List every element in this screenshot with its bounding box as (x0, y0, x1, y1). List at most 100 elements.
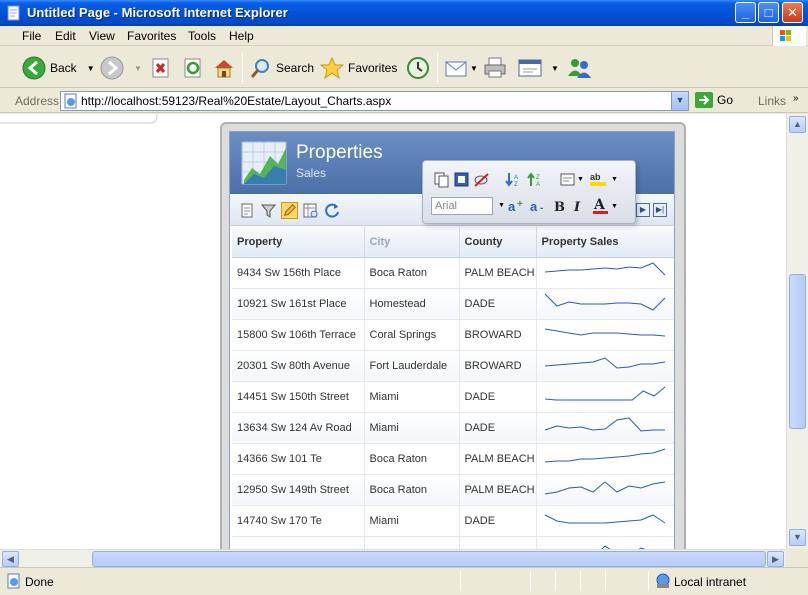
svg-text:ab: ab (590, 172, 601, 182)
sales-sparkline (544, 417, 665, 432)
county-cell: DADE (459, 288, 537, 320)
back-button[interactable]: Back ▼ (22, 55, 95, 81)
maximize-button[interactable]: □ (758, 2, 779, 23)
print-button[interactable] (482, 55, 508, 81)
property-cell: 14451 Sw 150th Street (232, 381, 365, 413)
city-cell: Coral Springs (364, 319, 460, 351)
shrink-font-icon[interactable]: a- (529, 197, 549, 214)
mail-button[interactable]: ▼ (444, 55, 478, 81)
hide-icon[interactable] (473, 171, 490, 188)
table-row[interactable]: 13634 Sw 124 Av Road Miami DADE (232, 412, 674, 444)
format-dropdown-icon[interactable]: ▼ (577, 176, 584, 183)
edit-pencil-icon[interactable] (281, 202, 298, 219)
menu-favorites[interactable]: Favorites (127, 29, 176, 43)
scroll-up-button[interactable]: ▲ (789, 116, 806, 133)
menu-file[interactable]: File (22, 29, 41, 43)
pager-next-button[interactable]: ▶ (636, 203, 650, 217)
edit-button[interactable]: ▼ (517, 55, 559, 81)
title-bar: Untitled Page - Microsoft Internet Explo… (0, 0, 808, 26)
sales-sparkline (544, 293, 665, 311)
font-name-input[interactable]: Arial (431, 197, 493, 215)
scroll-right-button[interactable]: ▶ (767, 551, 784, 567)
history-button[interactable] (405, 55, 431, 81)
sparkline-series (544, 481, 665, 495)
table-row[interactable]: 15800 Sw 106th Terrace Coral Springs BROWA… (232, 319, 674, 351)
table-row[interactable]: 14740 Sw 170 Te Miami DADE (232, 505, 674, 537)
italic-icon[interactable]: I (570, 197, 587, 214)
svg-text:A: A (593, 197, 606, 213)
menu-edit[interactable]: Edit (55, 29, 76, 43)
format-icon[interactable] (559, 171, 576, 188)
home-button[interactable] (212, 55, 236, 81)
refresh-grid-icon[interactable] (324, 202, 341, 219)
mail-dropdown-icon[interactable]: ▼ (470, 64, 478, 73)
menu-tools[interactable]: Tools (188, 29, 216, 43)
sales-sparkline-cell (536, 474, 674, 506)
select-all-icon[interactable] (453, 171, 470, 188)
close-button[interactable]: ✕ (782, 2, 803, 23)
refresh-icon (184, 58, 201, 78)
forward-button[interactable]: ▼ (100, 55, 142, 81)
filter-icon[interactable] (260, 202, 277, 219)
column-header-property-sales[interactable]: Property Sales (536, 227, 674, 258)
table-row[interactable]: 10921 Sw 161st Place Homestead DADE (232, 288, 674, 320)
property-cell (232, 536, 365, 549)
address-dropdown-button[interactable]: ▼ (671, 92, 688, 110)
table-row[interactable]: 14366 Sw 101 Te Boca Raton PALM BEACH (232, 443, 674, 475)
grow-font-icon[interactable]: a + (507, 197, 527, 214)
sort-descending-icon[interactable]: AZ (505, 171, 522, 188)
horizontal-scrollbar[interactable]: ◀ ▶ (0, 549, 786, 567)
search-label: Search (276, 61, 315, 75)
export-icon[interactable] (240, 202, 257, 219)
horizontal-scroll-thumb[interactable] (92, 551, 766, 567)
font-color-icon[interactable]: A (591, 195, 611, 215)
column-header-county[interactable]: County (459, 227, 537, 258)
highlight-color-icon[interactable]: ab (589, 170, 609, 187)
sales-sparkline (600, 545, 646, 549)
edit-dropdown-icon[interactable]: ▼ (551, 64, 559, 73)
column-header-property[interactable]: Property (232, 227, 365, 258)
table-row[interactable]: 20301 Sw 80th Avenue Fort Lauderdale BROWA… (232, 350, 674, 382)
city-cell: Miami (364, 412, 460, 444)
sort-ascending-icon[interactable]: ZA (527, 171, 544, 188)
stop-button[interactable] (150, 55, 172, 81)
scroll-left-button[interactable]: ◀ (2, 551, 19, 567)
address-input[interactable]: http://localhost:59123/Real%20Estate/Lay… (60, 91, 689, 111)
back-dropdown-icon[interactable]: ▼ (87, 64, 95, 73)
vertical-scroll-thumb[interactable] (789, 274, 806, 429)
sales-sparkline-cell (536, 536, 674, 549)
forward-dropdown-icon[interactable]: ▼ (134, 64, 142, 73)
pager-last-button[interactable]: ▶| (653, 203, 667, 217)
bold-icon[interactable]: B (551, 197, 568, 214)
local-intranet-icon (656, 573, 670, 588)
table-row[interactable]: 14451 Sw 150th Street Miami DADE (232, 381, 674, 413)
city-cell: Boca Raton (364, 257, 460, 289)
font-color-dropdown-icon[interactable]: ▼ (611, 203, 618, 210)
column-chooser-icon[interactable] (302, 202, 319, 219)
messenger-button[interactable] (565, 55, 593, 81)
scroll-down-button[interactable]: ▼ (789, 529, 806, 546)
column-header-city[interactable]: City (364, 227, 460, 258)
menu-help[interactable]: Help (229, 29, 254, 43)
table-row[interactable]: 9434 Sw 156th Place Boca Raton PALM BEACH (232, 257, 674, 289)
svg-text:B: B (554, 200, 565, 214)
minimize-button[interactable]: _ (735, 2, 756, 23)
edit-page-icon (518, 59, 542, 77)
stop-icon (152, 58, 169, 78)
copy-icon[interactable] (433, 171, 450, 188)
sparkline-series (544, 514, 665, 524)
links-chevron-icon[interactable]: » (793, 93, 799, 104)
favorites-button[interactable]: Favorites (319, 55, 397, 81)
status-divider (648, 571, 649, 591)
font-dropdown-icon[interactable]: ▼ (498, 202, 505, 209)
table-row[interactable]: 12950 Sw 149th Street Boca Raton PALM BEAC… (232, 474, 674, 506)
minimize-icon: _ (741, 5, 750, 20)
table-row[interactable] (232, 536, 674, 549)
refresh-button[interactable] (182, 55, 204, 81)
menu-view[interactable]: View (89, 29, 115, 43)
go-button[interactable]: Go (695, 92, 733, 108)
vertical-scrollbar[interactable]: ▲ ▼ (786, 114, 808, 549)
links-button[interactable]: Links (758, 94, 786, 108)
highlight-dropdown-icon[interactable]: ▼ (611, 176, 618, 183)
search-button[interactable]: Search (249, 55, 314, 81)
